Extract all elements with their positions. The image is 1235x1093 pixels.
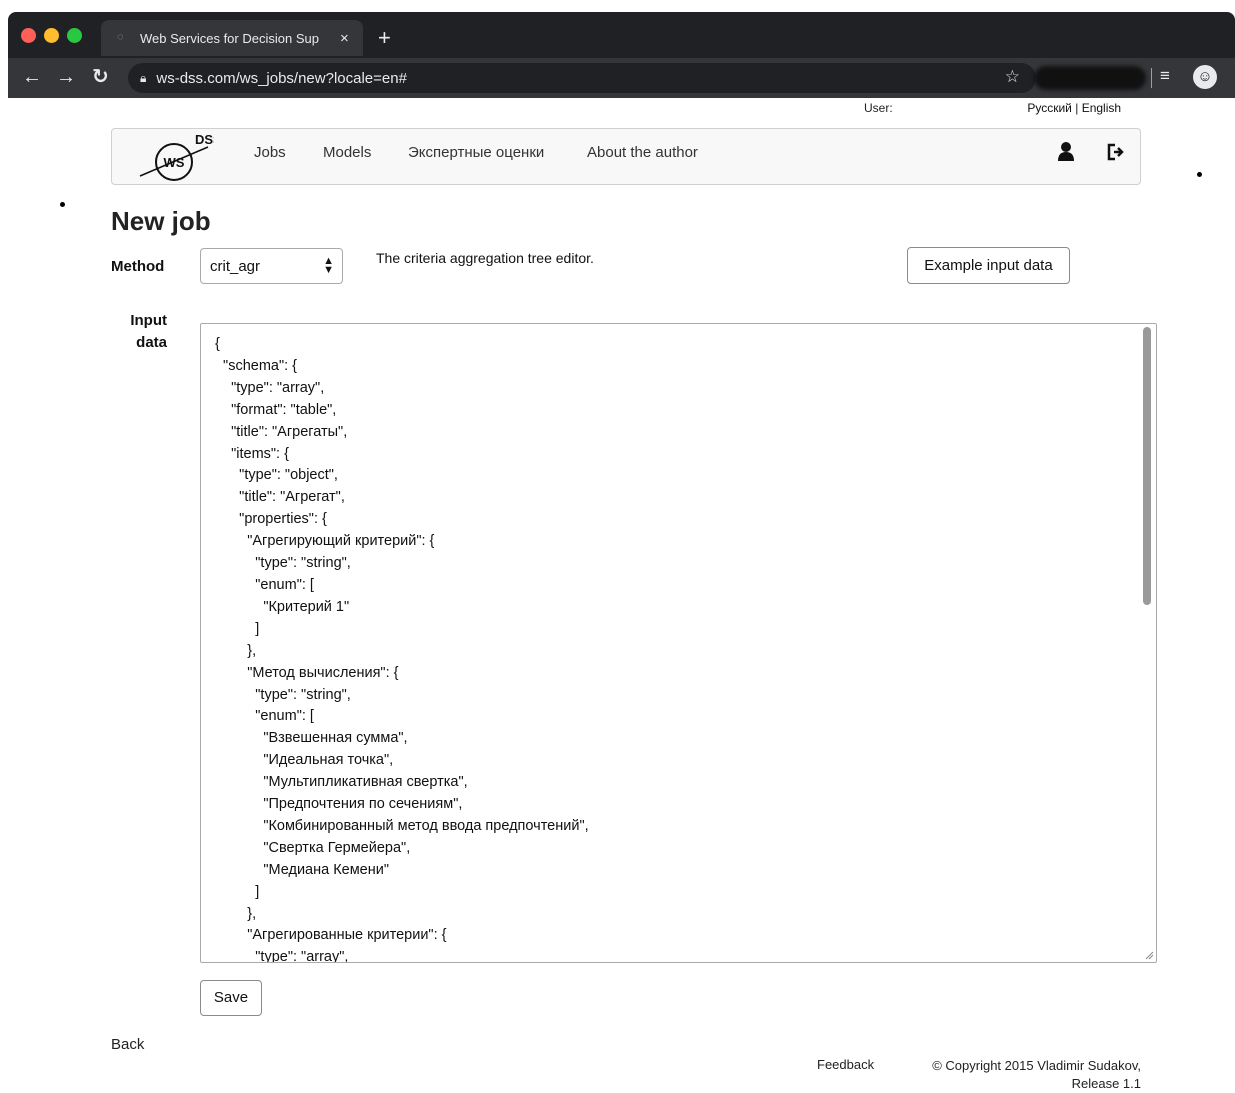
back-arrow-icon[interactable]: ← bbox=[22, 64, 42, 90]
release-line: Release 1.1 bbox=[1071, 1076, 1141, 1091]
nav-link-jobs[interactable]: Jobs bbox=[254, 144, 286, 161]
new-tab-button[interactable]: + bbox=[378, 26, 391, 50]
input-data-label: Input data bbox=[110, 310, 167, 354]
save-button[interactable]: Save bbox=[200, 980, 262, 1016]
input-data-content[interactable]: { "schema": { "type": "array", "format":… bbox=[201, 324, 1156, 962]
method-label: Method bbox=[111, 258, 165, 275]
logo-main-text: WS bbox=[164, 155, 185, 170]
scrollbar-thumb[interactable] bbox=[1143, 327, 1151, 605]
toolbar-divider bbox=[1151, 68, 1152, 88]
logo-sup-text: DSS bbox=[195, 132, 214, 147]
account-icon[interactable]: ☺ bbox=[1193, 65, 1217, 89]
stray-dot bbox=[1197, 172, 1202, 177]
redacted-username bbox=[896, 104, 1024, 114]
user-label: User: bbox=[864, 101, 893, 115]
copyright-notice: © Copyright 2015 Vladimir Sudakov, Relea… bbox=[880, 1057, 1141, 1093]
url-text[interactable]: ws-dss.com/ws_jobs/new?locale=en# bbox=[156, 70, 407, 87]
method-description: The criteria aggregation tree editor. bbox=[376, 250, 594, 266]
nav-link-expert-estimates[interactable]: Экспертные оценки bbox=[408, 144, 544, 161]
input-data-textarea[interactable]: { "schema": { "type": "array", "format":… bbox=[200, 323, 1157, 963]
select-arrows-icon: ▲ ▼ bbox=[323, 255, 334, 276]
logout-icon[interactable] bbox=[1106, 141, 1126, 163]
page-title: New job bbox=[111, 206, 211, 236]
language-separator: | bbox=[1075, 101, 1079, 115]
tab-title: Web Services for Decision Sup bbox=[140, 30, 319, 46]
input-label-line: data bbox=[136, 334, 167, 351]
window-maximize-button[interactable] bbox=[67, 28, 82, 43]
main-navbar: WS DSS Jobs Models Экспертные оценки Abo… bbox=[111, 128, 1141, 185]
close-icon[interactable]: × bbox=[340, 30, 349, 47]
language-link-ru[interactable]: Русский bbox=[1027, 101, 1072, 115]
ws-dss-logo[interactable]: WS DSS bbox=[134, 131, 214, 185]
browser-toolbar: ← → ↻ 🔒︎ ws-dss.com/ws_jobs/new?locale=e… bbox=[8, 58, 1235, 98]
language-link-en[interactable]: English bbox=[1082, 101, 1121, 115]
example-input-data-button[interactable]: Example input data bbox=[907, 247, 1070, 284]
window-close-button[interactable] bbox=[21, 28, 36, 43]
back-link[interactable]: Back bbox=[111, 1036, 144, 1053]
address-bar[interactable]: 🔒︎ ws-dss.com/ws_jobs/new?locale=en# ☆ bbox=[128, 63, 1036, 93]
window-minimize-button[interactable] bbox=[44, 28, 59, 43]
lock-icon[interactable]: 🔒︎ bbox=[140, 71, 146, 86]
method-select-value: crit_agr bbox=[210, 258, 261, 275]
media-queue-icon[interactable]: ≡ bbox=[1160, 66, 1170, 86]
copyright-line: © Copyright 2015 Vladimir Sudakov, bbox=[932, 1058, 1141, 1073]
nav-link-models[interactable]: Models bbox=[323, 144, 371, 161]
method-select[interactable]: crit_agr ▲ ▼ bbox=[200, 248, 343, 284]
star-icon[interactable]: ☆ bbox=[1005, 67, 1020, 87]
input-label-line: Input bbox=[130, 312, 167, 329]
browser-window-chrome: ◌ Web Services for Decision Sup × + ← → … bbox=[8, 12, 1235, 98]
nav-link-about-author[interactable]: About the author bbox=[587, 144, 698, 161]
stray-dot bbox=[60, 202, 65, 207]
feedback-link[interactable]: Feedback bbox=[817, 1057, 874, 1072]
user-icon[interactable] bbox=[1056, 141, 1076, 163]
resize-handle-icon[interactable] bbox=[1144, 950, 1154, 960]
blurred-extension-area bbox=[1034, 66, 1146, 90]
forward-arrow-icon[interactable]: → bbox=[56, 64, 76, 90]
reload-icon[interactable]: ↻ bbox=[92, 64, 109, 90]
user-language-bar: User: Русский | English bbox=[864, 101, 1121, 115]
browser-tab[interactable]: ◌ Web Services for Decision Sup × bbox=[101, 20, 363, 56]
globe-icon: ◌ bbox=[117, 31, 124, 43]
